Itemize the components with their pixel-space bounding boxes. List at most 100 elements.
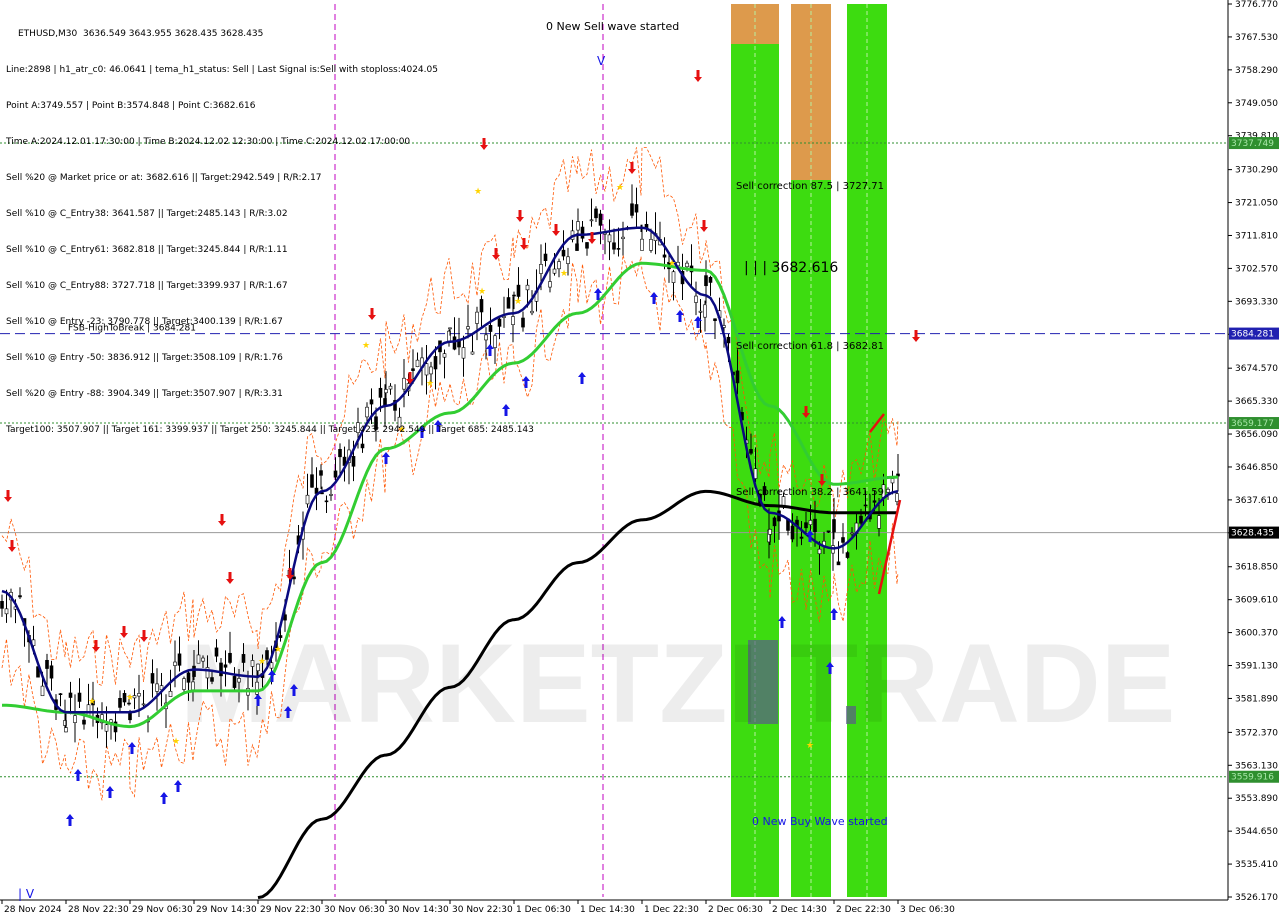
- candle-body: [141, 703, 146, 706]
- header-line-sell-e88: Sell %20 @ Entry -88: 3904.349 || Target…: [6, 389, 283, 399]
- price-tick-label: 3767.530: [1235, 33, 1278, 43]
- candle-body: [155, 683, 159, 692]
- candle-body: [649, 239, 653, 251]
- time-tick-label: 30 Nov 22:30: [452, 905, 513, 915]
- watermark: MARKETZI TRADE: [180, 621, 1175, 746]
- candle-body: [292, 576, 296, 580]
- header-info-panel: ETHUSD,M30 3636.549 3643.955 3628.435 36…: [6, 4, 534, 448]
- candle-body: [557, 261, 561, 270]
- candle-body: [630, 203, 634, 216]
- candle-body: [333, 470, 338, 478]
- signal-star-icon: ★: [172, 737, 180, 747]
- candle-body: [191, 681, 195, 691]
- candle-body: [836, 561, 841, 566]
- candle-body: [168, 690, 173, 697]
- candle-body: [210, 677, 214, 682]
- candle-body: [634, 204, 639, 213]
- buy-wave-label: 0 New Buy Wave started: [752, 815, 888, 828]
- candle-body: [324, 500, 329, 503]
- candle-body: [799, 536, 804, 539]
- price-tick-label: 3721.050: [1235, 199, 1278, 209]
- sell-arrow-icon: [628, 162, 636, 174]
- price-tick-label: 3609.610: [1235, 596, 1278, 606]
- price-tick-label: 3665.330: [1235, 397, 1278, 407]
- header-line-sell-c61: Sell %10 @ C_Entry61: 3682.818 || Target…: [6, 245, 288, 255]
- buy-arrow-icon: [382, 452, 390, 464]
- buy-arrow-icon: [830, 608, 838, 620]
- candle-body: [104, 724, 109, 732]
- candle-body: [539, 264, 543, 274]
- candle-body: [45, 659, 49, 669]
- candle-body: [566, 256, 570, 264]
- candle-body: [73, 715, 77, 723]
- candle-body: [808, 520, 813, 526]
- price-tick-label: 3711.810: [1235, 231, 1278, 241]
- candle-body: [219, 662, 223, 677]
- price-tick-label: 3637.610: [1235, 496, 1278, 506]
- candle-body: [186, 672, 191, 683]
- candle-body: [68, 692, 73, 698]
- candle-body: [662, 254, 667, 258]
- candle-body: [310, 474, 314, 488]
- price-tick-label: 3600.370: [1235, 629, 1278, 639]
- header-line-sell-e23: Sell %10 @ Entry -23: 3790.778 || Target…: [6, 317, 283, 327]
- candle-body: [671, 271, 676, 283]
- candle-body: [255, 681, 259, 695]
- sell-arrow-icon: [120, 626, 128, 638]
- candle-body: [561, 249, 566, 257]
- candle-body: [543, 253, 548, 261]
- candle-body: [232, 676, 237, 688]
- price-tick-label: 3563.130: [1235, 761, 1278, 771]
- candle-body: [735, 370, 740, 384]
- buy-wave-marker: | V: [18, 887, 35, 901]
- sell-arrow-icon: [140, 630, 148, 642]
- candle-body: [40, 685, 45, 697]
- candle-body: [790, 525, 795, 540]
- price-tick-label: 3656.090: [1235, 430, 1278, 440]
- candle-body: [127, 702, 131, 705]
- sell-arrow-icon: [694, 70, 702, 82]
- price-tick-label: 3553.890: [1235, 794, 1278, 804]
- candle-body: [886, 488, 890, 493]
- price-tick-label: 3693.330: [1235, 297, 1278, 307]
- candle-body: [250, 660, 255, 667]
- sell-correction-382-label: Sell correction 38.2 | 3641.59: [736, 487, 884, 498]
- price-tick-label: 3544.650: [1235, 827, 1278, 837]
- header-line-sell-e50: Sell %10 @ Entry -50: 3836.912 || Target…: [6, 353, 283, 363]
- sell-wave-marker: V: [597, 54, 606, 68]
- time-tick-label: 29 Nov 14:30: [196, 905, 257, 915]
- candle-body: [607, 234, 612, 243]
- candle-body: [241, 654, 246, 663]
- price-tick-label: 3646.850: [1235, 463, 1278, 473]
- fsb-price-tag: 3684.281: [1231, 330, 1274, 340]
- sell-zone-band: [731, 4, 779, 44]
- candle-body: [890, 478, 895, 484]
- buy-arrow-icon: [174, 780, 182, 792]
- candle-body: [177, 653, 182, 666]
- lower-level-tag: 3559.916: [1231, 773, 1274, 783]
- candle-body: [58, 693, 63, 695]
- signal-star-icon: ★: [668, 259, 676, 269]
- candle-body: [753, 468, 758, 479]
- candle-body: [841, 537, 845, 543]
- candle-body: [685, 262, 689, 268]
- signal-star-icon: ★: [274, 645, 282, 655]
- candle-body: [749, 449, 753, 454]
- sell-correction-875-label: Sell correction 87.5 | 3727.71: [736, 181, 884, 192]
- candle-body: [319, 470, 323, 476]
- time-tick-label: 3 Dec 06:30: [900, 905, 955, 915]
- candle-body: [580, 226, 585, 239]
- candle-body: [329, 494, 333, 496]
- buy-arrow-icon: [578, 372, 586, 384]
- time-tick-label: 29 Nov 22:30: [260, 905, 321, 915]
- upper-target-tag: 3737.749: [1231, 139, 1274, 149]
- header-line-sell-c88: Sell %10 @ C_Entry88: 3727.718 || Target…: [6, 281, 288, 291]
- sell-correction-618-label: Sell correction 61.8 | 3682.81: [736, 341, 884, 352]
- header-line-symbol: ETHUSD,M30 3636.549 3643.955 3628.435 36…: [18, 29, 264, 39]
- price-tick-label: 3535.410: [1235, 860, 1278, 870]
- candle-body: [4, 608, 9, 615]
- price-tick-label: 3776.770: [1235, 0, 1278, 10]
- candle-body: [228, 652, 232, 663]
- candle-body: [305, 494, 310, 505]
- candle-body: [895, 493, 899, 502]
